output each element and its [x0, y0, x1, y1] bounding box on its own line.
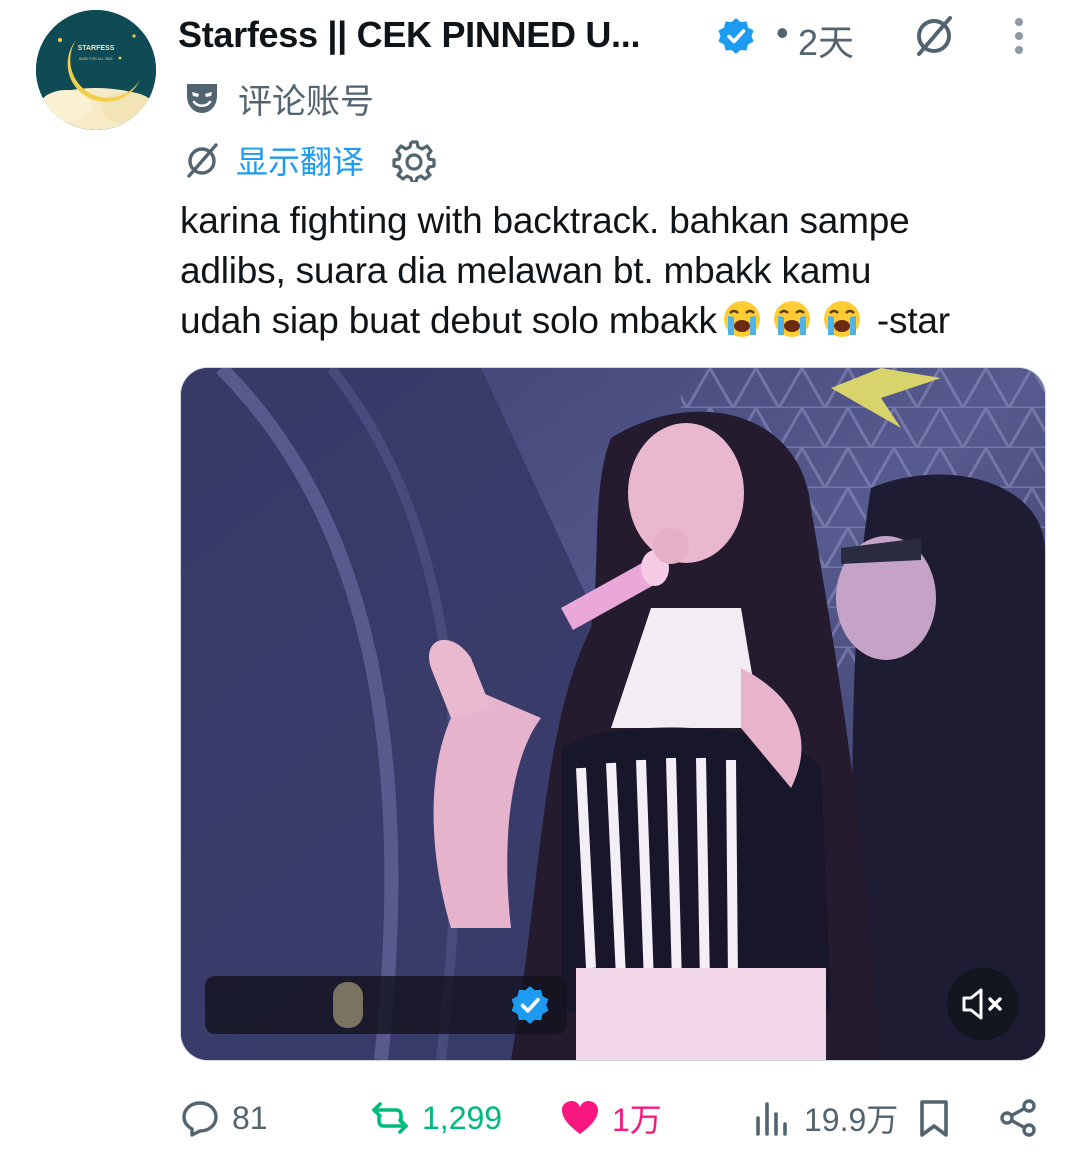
views-count: 19.9万 — [804, 1102, 899, 1138]
tweet-text-segment: udah siap buat debut solo mbakk — [180, 300, 717, 341]
display-name[interactable]: Starfess || CEK PINNED U... — [178, 14, 640, 56]
grok-icon[interactable] — [910, 12, 958, 60]
avatar[interactable]: STARFESS BASE FOR ALL SIDE — [36, 10, 156, 130]
avatar-text: STARFESS — [78, 45, 115, 52]
tweet-text-line: karina fighting with backtrack. bahkan s… — [180, 200, 910, 241]
gear-icon[interactable] — [392, 138, 436, 182]
account-label-text: 评论账号 — [238, 82, 374, 121]
avatar-subtext: BASE FOR ALL SIDE — [79, 57, 113, 61]
like-button[interactable]: 1万 — [560, 1088, 662, 1148]
share-icon — [1000, 1099, 1036, 1137]
tweet-actions: 81 1,299 1万 19.9万 — [180, 1088, 1050, 1148]
verified-badge-icon[interactable] — [716, 16, 756, 56]
views-button[interactable]: 19.9万 — [752, 1088, 898, 1148]
repost-button[interactable]: 1,299 — [370, 1088, 502, 1148]
like-count: 1万 — [612, 1102, 662, 1138]
show-translation-link[interactable]: 显示翻译 — [236, 137, 364, 183]
loudly-crying-face-icon — [723, 301, 760, 337]
views-icon — [756, 1102, 787, 1136]
video-player[interactable] — [180, 367, 1046, 1061]
overlay-thumbnail — [333, 982, 363, 1028]
mute-button[interactable] — [947, 968, 1019, 1040]
account-label: 评论账号 — [184, 76, 374, 121]
mask-icon — [187, 84, 217, 113]
bookmark-button[interactable] — [914, 1088, 954, 1148]
share-button[interactable] — [998, 1088, 1038, 1148]
video-caption-bar — [205, 976, 567, 1034]
more-options-icon[interactable] — [1004, 14, 1034, 58]
loudly-crying-face-icon — [823, 301, 860, 337]
speaker-muted-icon — [962, 988, 1002, 1020]
avatar-logo: STARFESS BASE FOR ALL SIDE — [36, 10, 156, 130]
verified-badge-icon — [511, 986, 549, 1024]
bookmark-icon — [920, 1100, 948, 1137]
tweet-text: karina fighting with backtrack. bahkan s… — [180, 196, 1050, 346]
reply-count: 81 — [232, 1099, 268, 1136]
video-frame — [181, 368, 1045, 1060]
grok-icon[interactable] — [182, 140, 222, 180]
tweet-text-line: udah siap buat debut solo mbakk -star — [180, 296, 1050, 346]
reply-icon — [182, 1101, 218, 1137]
repost-icon — [372, 1102, 408, 1134]
loudly-crying-face-icon — [773, 301, 810, 337]
repost-count: 1,299 — [422, 1099, 503, 1136]
tweet-text-segment: -star — [866, 300, 950, 341]
tweet-text-line: adlibs, suara dia melawan bt. mbakk kamu — [180, 250, 872, 291]
reply-button[interactable]: 81 — [180, 1088, 268, 1148]
separator-dot: • — [776, 12, 789, 53]
translate-row: 显示翻译 — [182, 138, 436, 182]
timestamp[interactable]: 2天 — [798, 14, 854, 66]
heart-icon — [562, 1101, 598, 1134]
